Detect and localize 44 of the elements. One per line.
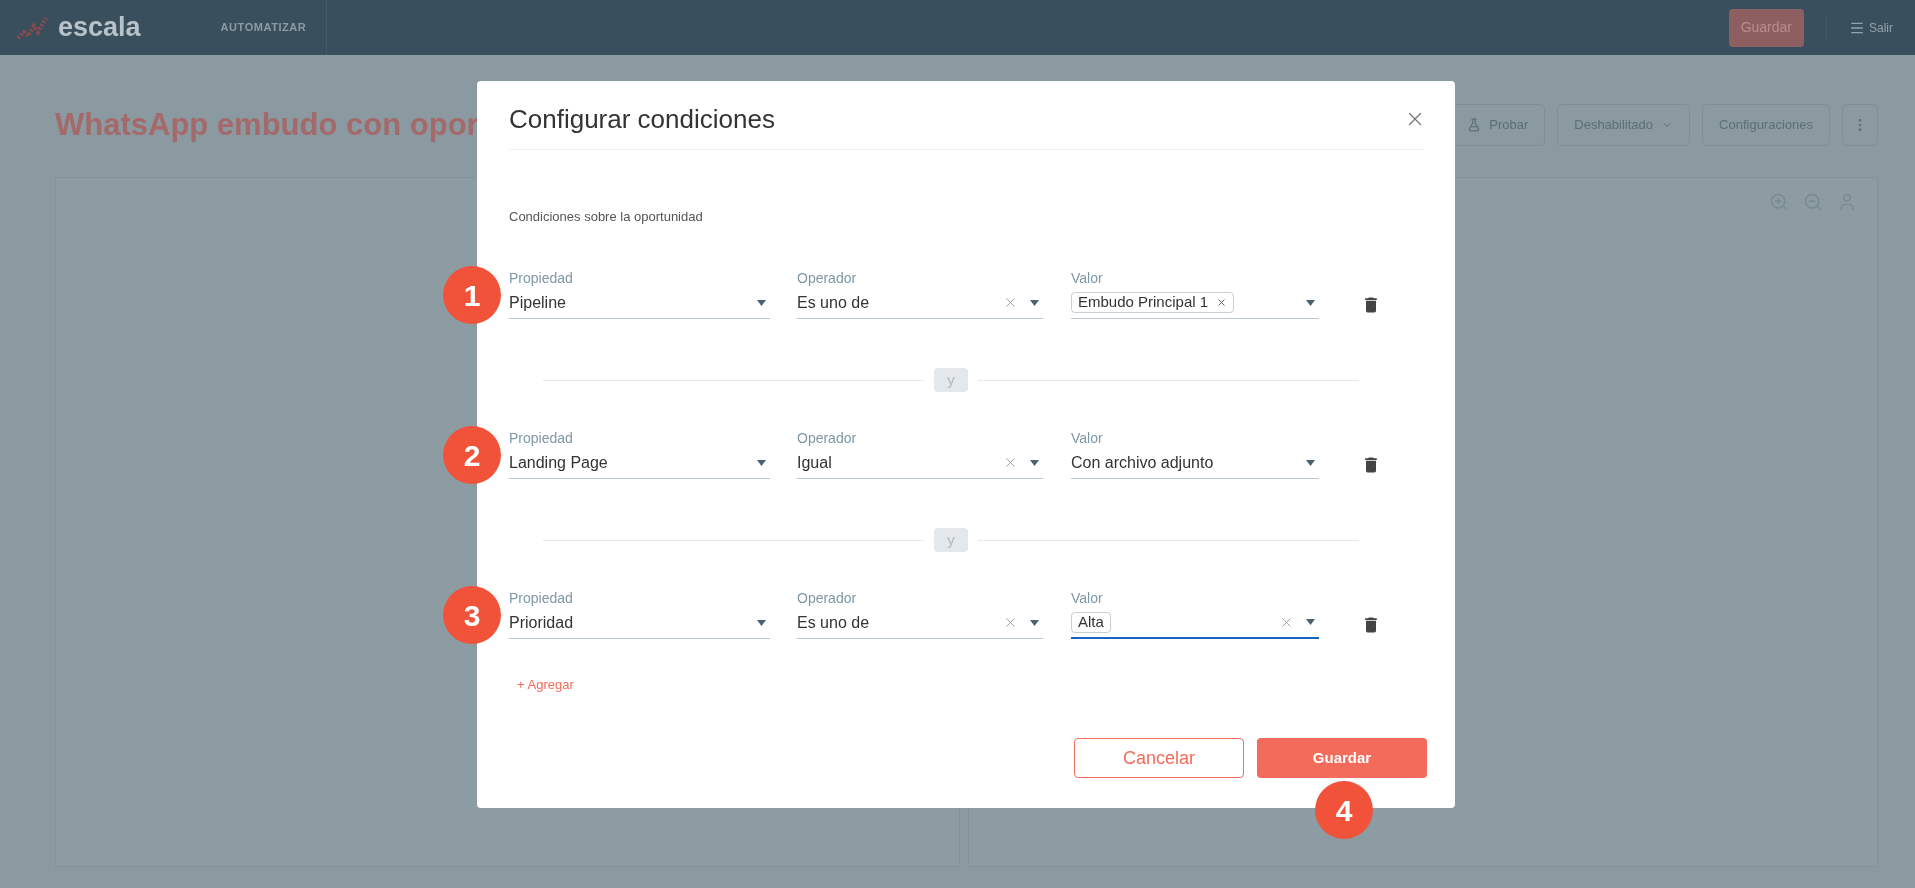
clear-icon[interactable] — [1003, 455, 1018, 470]
select-field[interactable]: Landing Page — [509, 447, 770, 479]
tag-text: Alta — [1078, 611, 1104, 632]
caret-icon — [757, 459, 766, 466]
field-label: Valor — [1071, 589, 1104, 607]
field-value: Con archivo adjunto — [1071, 452, 1214, 473]
field-label: Propiedad — [509, 429, 574, 447]
field-value: Es uno de — [797, 612, 870, 633]
field-value: Prioridad — [509, 612, 574, 633]
select-field[interactable]: Es uno de — [797, 607, 1043, 639]
select-field[interactable]: Igual — [797, 447, 1043, 479]
field-label: Operador — [797, 269, 858, 287]
flask-icon — [1467, 118, 1482, 132]
clear-icon[interactable] — [1003, 615, 1018, 630]
caret-icon — [1030, 619, 1039, 626]
clear-icon[interactable] — [1003, 295, 1018, 310]
modal-title: Configurar condiciones — [509, 103, 775, 136]
field-label: Propiedad — [509, 589, 574, 607]
select-field[interactable]: Es uno de — [797, 287, 1043, 319]
field-label: Valor — [1071, 429, 1104, 447]
caret-icon — [1030, 459, 1039, 466]
logo-text: escala — [58, 11, 141, 45]
field-value: Es uno de — [797, 292, 870, 313]
caret-icon — [1306, 299, 1315, 306]
select-field[interactable]: Prioridad — [509, 607, 770, 639]
section-label: Condiciones sobre la oportunidad — [509, 209, 704, 225]
caret-icon — [1030, 299, 1039, 306]
caret-icon — [1306, 459, 1315, 466]
tag-text: Embudo Principal 1 — [1078, 292, 1209, 313]
field-label: Operador — [797, 429, 858, 447]
select-field[interactable]: Con archivo adjunto — [1071, 447, 1319, 479]
caret-icon — [757, 299, 766, 306]
remove-tag-icon[interactable] — [1216, 297, 1228, 308]
select-field[interactable]: Pipeline — [509, 287, 770, 319]
field-label: Operador — [797, 589, 858, 607]
select-field[interactable]: Embudo Principal 1 — [1071, 287, 1319, 319]
select-field[interactable]: Alta — [1071, 607, 1319, 639]
field-value: Pipeline — [509, 292, 566, 313]
field-label: Valor — [1071, 269, 1104, 287]
caret-icon — [1306, 619, 1315, 625]
field-label: Propiedad — [509, 269, 574, 287]
field-value: Landing Page — [509, 452, 608, 473]
caret-icon — [757, 619, 766, 626]
field-value: Igual — [797, 452, 832, 473]
